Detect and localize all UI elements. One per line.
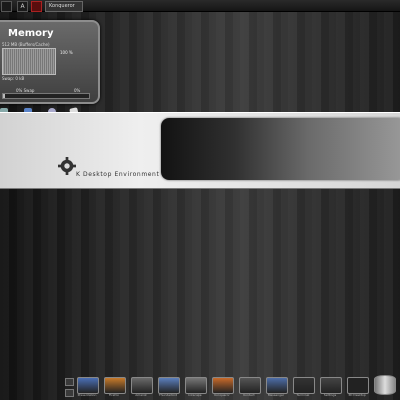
memory-percent-top: 100 % bbox=[60, 50, 73, 55]
dock-item-label: Amarok bbox=[135, 393, 147, 397]
inkscape-icon bbox=[185, 377, 207, 394]
taskbar-item[interactable]: Konqueror bbox=[45, 1, 83, 12]
amarok-icon bbox=[131, 377, 153, 394]
swap-bar bbox=[2, 93, 90, 99]
dock-item-label: Firefox bbox=[109, 393, 119, 397]
app-a-button[interactable]: A bbox=[17, 1, 28, 12]
banner-dark-panel bbox=[161, 118, 400, 180]
dock-item-label: Terminal bbox=[296, 393, 310, 397]
settings-icon bbox=[320, 377, 342, 394]
kde-gear-icon bbox=[58, 157, 76, 175]
dock-item-terminal[interactable]: Terminal bbox=[292, 377, 315, 399]
presentation-icon bbox=[77, 377, 99, 394]
kde-banner: K Desktop Environment bbox=[0, 112, 400, 189]
dock-up-arrow[interactable] bbox=[65, 378, 74, 386]
dock-item-label: Thunderbird bbox=[158, 393, 178, 397]
dock-item-3d-desktop[interactable]: 3D Desktop bbox=[346, 377, 369, 399]
memory-title: Memory bbox=[8, 28, 54, 39]
memory-widget: Memory 512 MB (Buffers/Cache) 100 % Swap… bbox=[0, 20, 100, 117]
dock-item-inkscape[interactable]: Inkscape bbox=[184, 377, 207, 399]
dock-item-label: Settings bbox=[323, 393, 337, 397]
dock-item-konqueror[interactable]: Konqueror bbox=[211, 377, 234, 399]
3d-desktop-icon bbox=[347, 377, 369, 394]
dock-item-label: Presentation bbox=[77, 393, 97, 397]
kontact-icon bbox=[239, 377, 261, 394]
dock-down-arrow[interactable] bbox=[65, 389, 74, 397]
memory-graph bbox=[2, 48, 56, 75]
dock-item-label: Kontact bbox=[243, 393, 255, 397]
menu-button[interactable] bbox=[1, 1, 12, 12]
dock-item-kontact[interactable]: Kontact bbox=[238, 377, 261, 399]
terminal-icon bbox=[293, 377, 315, 394]
dock-item-firefox[interactable]: Firefox bbox=[103, 377, 126, 399]
dock-item-label: 3D Desktop bbox=[348, 393, 366, 397]
close-red-button[interactable] bbox=[31, 1, 42, 12]
dock-item-settings[interactable]: Settings bbox=[319, 377, 342, 399]
dock-item-amarok[interactable]: Amarok bbox=[130, 377, 153, 399]
dock-item-messenger[interactable]: Messenger bbox=[265, 377, 288, 399]
messenger-icon bbox=[266, 377, 288, 394]
memory-subtitle: 512 MB (Buffers/Cache) bbox=[2, 42, 50, 47]
memory-line2: Swap: 0 kB bbox=[2, 76, 25, 81]
dock-item-label: Messenger bbox=[267, 393, 285, 397]
top-panel: A Konqueror bbox=[0, 0, 400, 12]
dock-item-label: Inkscape bbox=[188, 393, 202, 397]
firefox-icon bbox=[104, 377, 126, 394]
dock-item-trash[interactable] bbox=[373, 375, 396, 399]
dock-item-thunderbird[interactable]: Thunderbird bbox=[157, 377, 180, 399]
swap-bar-fill bbox=[3, 94, 5, 98]
konqueror-icon bbox=[212, 377, 234, 394]
kde-banner-text: K Desktop Environment bbox=[76, 171, 160, 178]
dock: Presentation Firefox Amarok Thunderbird Inks… bbox=[60, 374, 400, 400]
thunderbird-icon bbox=[158, 377, 180, 394]
trash-icon bbox=[374, 375, 396, 395]
dock-item-presentation[interactable]: Presentation bbox=[76, 377, 99, 399]
dock-item-label: Konqueror bbox=[214, 393, 230, 397]
